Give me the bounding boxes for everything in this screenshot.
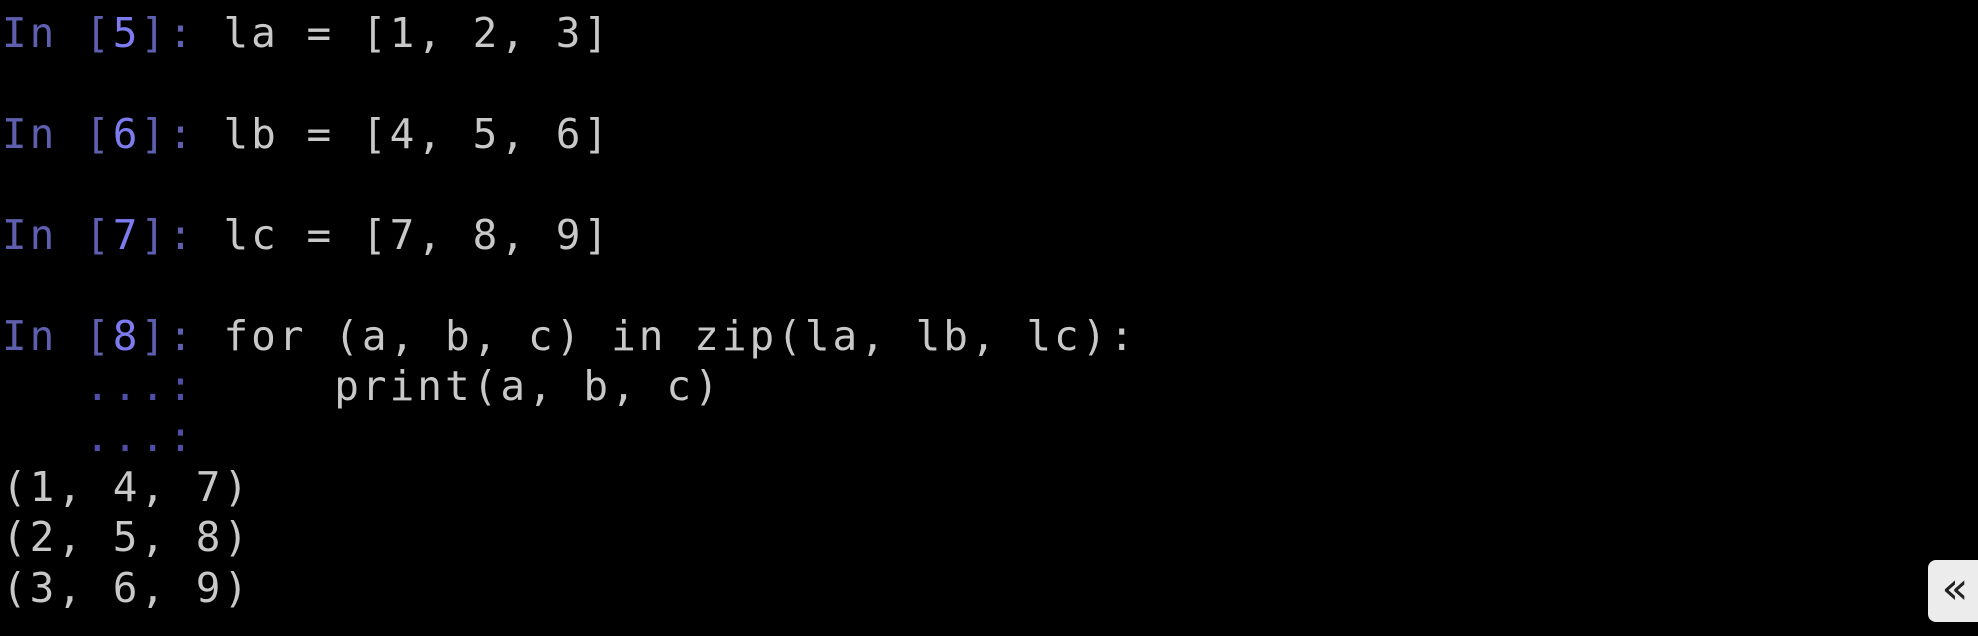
input-prompt-number: 5: [112, 9, 141, 57]
input-prompt-close: ]:: [140, 110, 196, 158]
code-text: print(a, b, c): [223, 362, 722, 410]
input-line-7: In [7]: lc = [7, 8, 9]: [2, 210, 611, 260]
collapse-panel-button[interactable]: «: [1928, 560, 1978, 622]
continuation-prompt: ...:: [2, 413, 196, 461]
input-prompt: In [: [2, 110, 113, 158]
input-line-5: In [5]: la = [1, 2, 3]: [2, 8, 611, 58]
double-chevron-left-icon: «: [1941, 563, 1969, 614]
output-line: (1, 4, 7): [2, 463, 252, 511]
continuation-prompt: ...:: [2, 362, 196, 410]
output-line: (2, 5, 8): [2, 513, 252, 561]
continuation-line: ...: print(a, b, c): [2, 361, 722, 411]
input-prompt-close: ]:: [140, 9, 196, 57]
input-prompt-number: 6: [112, 110, 141, 158]
code-text: for (a, b, c) in zip(la, lb, lc):: [223, 312, 1138, 360]
output-line: (3, 6, 9): [2, 564, 252, 612]
code-text: lb = [4, 5, 6]: [223, 110, 612, 158]
code-text: la = [1, 2, 3]: [223, 9, 612, 57]
input-prompt: In [: [2, 211, 113, 259]
code-text: lc = [7, 8, 9]: [223, 211, 612, 259]
input-prompt: In [: [2, 312, 113, 360]
ipython-terminal[interactable]: In [5]: la = [1, 2, 3] In [6]: lb = [4, …: [0, 0, 1978, 636]
input-line-8: In [8]: for (a, b, c) in zip(la, lb, lc)…: [2, 311, 1137, 361]
input-line-6: In [6]: lb = [4, 5, 6]: [2, 109, 611, 159]
input-prompt-close: ]:: [140, 211, 196, 259]
input-prompt-close: ]:: [140, 312, 196, 360]
continuation-line: ...:: [2, 412, 196, 462]
input-prompt: In [: [2, 9, 113, 57]
input-prompt-number: 8: [112, 312, 141, 360]
input-prompt-number: 7: [112, 211, 141, 259]
